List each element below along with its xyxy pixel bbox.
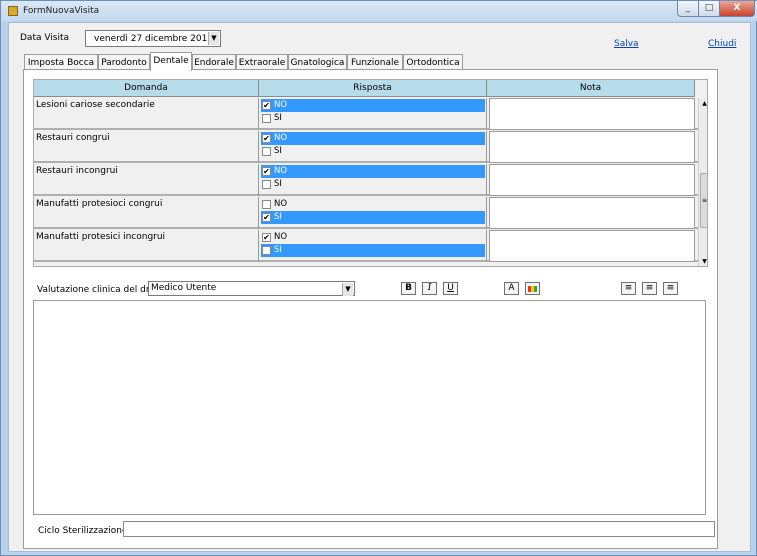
- align-left-button[interactable]: ≡: [621, 282, 636, 295]
- save-link[interactable]: Salva: [614, 39, 639, 49]
- visit-date-picker[interactable]: venerdì 27 dicembre 2013 ▼: [85, 30, 221, 47]
- checkbox-unchecked[interactable]: [262, 147, 271, 156]
- form-client-area: Data Visita venerdì 27 dicembre 2013 ▼ S…: [8, 22, 751, 552]
- grid-vertical-scrollbar[interactable]: ▲ ≡ ▼: [698, 98, 707, 266]
- title-bar: FormNuovaVisita _ □ X: [1, 1, 757, 21]
- answer-option-no[interactable]: ✔ NO: [261, 132, 485, 145]
- tab-endorale[interactable]: Endorale: [192, 54, 236, 70]
- tab-dentale[interactable]: Dentale: [150, 52, 192, 71]
- underline-button[interactable]: U: [443, 282, 458, 295]
- answer-cell: NO ✔ SI: [259, 197, 487, 229]
- answer-option-no[interactable]: ✔ NO: [261, 99, 485, 112]
- column-header-risposta[interactable]: Risposta: [259, 80, 487, 97]
- close-window-button[interactable]: X: [719, 1, 755, 17]
- checkbox-checked[interactable]: ✔: [262, 167, 271, 176]
- checkbox-unchecked[interactable]: [262, 200, 271, 209]
- maximize-button[interactable]: □: [698, 1, 720, 17]
- doctor-select-value: Medico Utente: [151, 283, 217, 293]
- bold-button[interactable]: B: [401, 282, 416, 295]
- table-row: Restauri incongrui ✔ NO SI: [34, 164, 707, 196]
- checkbox-unchecked[interactable]: [262, 114, 271, 123]
- form-window: FormNuovaVisita _ □ X Data Visita venerd…: [0, 0, 757, 556]
- note-field[interactable]: [489, 131, 695, 163]
- note-field[interactable]: [489, 197, 695, 229]
- highlight-color-button[interactable]: [525, 282, 540, 295]
- table-row: Manufatti protesici incongrui ✔ NO SI: [34, 230, 707, 262]
- clinical-evaluation-editor[interactable]: [33, 300, 706, 515]
- chevron-down-icon[interactable]: ▼: [208, 32, 219, 45]
- checkbox-checked[interactable]: ✔: [262, 101, 271, 110]
- note-field[interactable]: [489, 164, 695, 196]
- align-right-button[interactable]: ≡: [663, 282, 678, 295]
- minimize-button[interactable]: _: [677, 1, 699, 17]
- tab-extraorale[interactable]: Extraorale: [236, 54, 288, 70]
- tab-funzionale[interactable]: Funzionale: [347, 54, 403, 70]
- sterilization-cycle-field[interactable]: [123, 521, 715, 537]
- scroll-thumb[interactable]: ≡: [700, 173, 707, 228]
- note-field[interactable]: [489, 98, 695, 130]
- answer-option-si[interactable]: ✔ SI: [261, 211, 485, 224]
- tab-ortodontica[interactable]: Ortodontica: [403, 54, 463, 70]
- answer-cell: ✔ NO SI: [259, 131, 487, 163]
- font-color-button[interactable]: A: [504, 282, 519, 295]
- note-field[interactable]: [489, 230, 695, 262]
- answer-option-si[interactable]: SI: [261, 145, 485, 158]
- questions-grid: Domanda Risposta Nota Lesioni cariose se…: [33, 79, 708, 267]
- question-cell: Manufatti protesici incongrui: [34, 230, 259, 262]
- answer-option-si[interactable]: SI: [261, 178, 485, 191]
- tab-parodonto[interactable]: Parodonto: [98, 54, 150, 70]
- column-header-domanda[interactable]: Domanda: [34, 80, 259, 97]
- dentale-tab-panel: Domanda Risposta Nota Lesioni cariose se…: [23, 69, 718, 549]
- answer-option-si[interactable]: SI: [261, 112, 485, 125]
- question-cell: Lesioni cariose secondarie: [34, 98, 259, 130]
- question-cell: Manufatti protesioci congrui: [34, 197, 259, 229]
- scroll-up-icon[interactable]: ▲: [699, 98, 707, 110]
- italic-button[interactable]: I: [422, 282, 437, 295]
- date-label: Data Visita: [20, 33, 70, 43]
- answer-cell: ✔ NO SI: [259, 230, 487, 262]
- table-row: Restauri congrui ✔ NO SI: [34, 131, 707, 163]
- evaluation-label: Valutazione clinica del dr.: [37, 285, 152, 295]
- answer-option-no[interactable]: ✔ NO: [261, 165, 485, 178]
- checkbox-checked[interactable]: ✔: [262, 213, 271, 222]
- question-cell: Restauri incongrui: [34, 164, 259, 196]
- question-cell: Restauri congrui: [34, 131, 259, 163]
- chevron-down-icon[interactable]: ▼: [342, 283, 353, 296]
- tab-imposta-bocca[interactable]: Imposta Bocca: [24, 54, 98, 70]
- visit-date-value: venerdì 27 dicembre 2013: [94, 34, 214, 44]
- answer-cell: ✔ NO SI: [259, 98, 487, 130]
- answer-option-si[interactable]: SI: [261, 244, 485, 257]
- align-center-button[interactable]: ≡: [642, 282, 657, 295]
- checkbox-unchecked[interactable]: [262, 180, 271, 189]
- close-link[interactable]: Chiudi: [708, 39, 736, 49]
- align-right-icon: ≡: [666, 283, 675, 293]
- checkbox-unchecked[interactable]: [262, 246, 271, 255]
- window-title: FormNuovaVisita: [23, 6, 100, 16]
- scroll-down-icon[interactable]: ▼: [699, 256, 707, 266]
- answer-option-no[interactable]: ✔ NO: [261, 231, 485, 244]
- table-row: Manufatti protesioci congrui NO ✔ SI: [34, 197, 707, 229]
- color-palette-icon: [528, 286, 537, 292]
- checkbox-checked[interactable]: ✔: [262, 134, 271, 143]
- checkbox-checked[interactable]: ✔: [262, 233, 271, 242]
- sterilization-label: Ciclo Sterilizzazione: [38, 526, 128, 536]
- app-icon: [8, 6, 18, 16]
- doctor-select[interactable]: Medico Utente ▼: [148, 281, 355, 296]
- align-center-icon: ≡: [645, 283, 654, 293]
- column-header-nota[interactable]: Nota: [487, 80, 695, 97]
- align-left-icon: ≡: [624, 283, 633, 293]
- answer-cell: ✔ NO SI: [259, 164, 487, 196]
- answer-option-no[interactable]: NO: [261, 198, 485, 211]
- table-row: Lesioni cariose secondarie ✔ NO SI: [34, 98, 707, 130]
- tab-gnatologica[interactable]: Gnatologica: [288, 54, 347, 70]
